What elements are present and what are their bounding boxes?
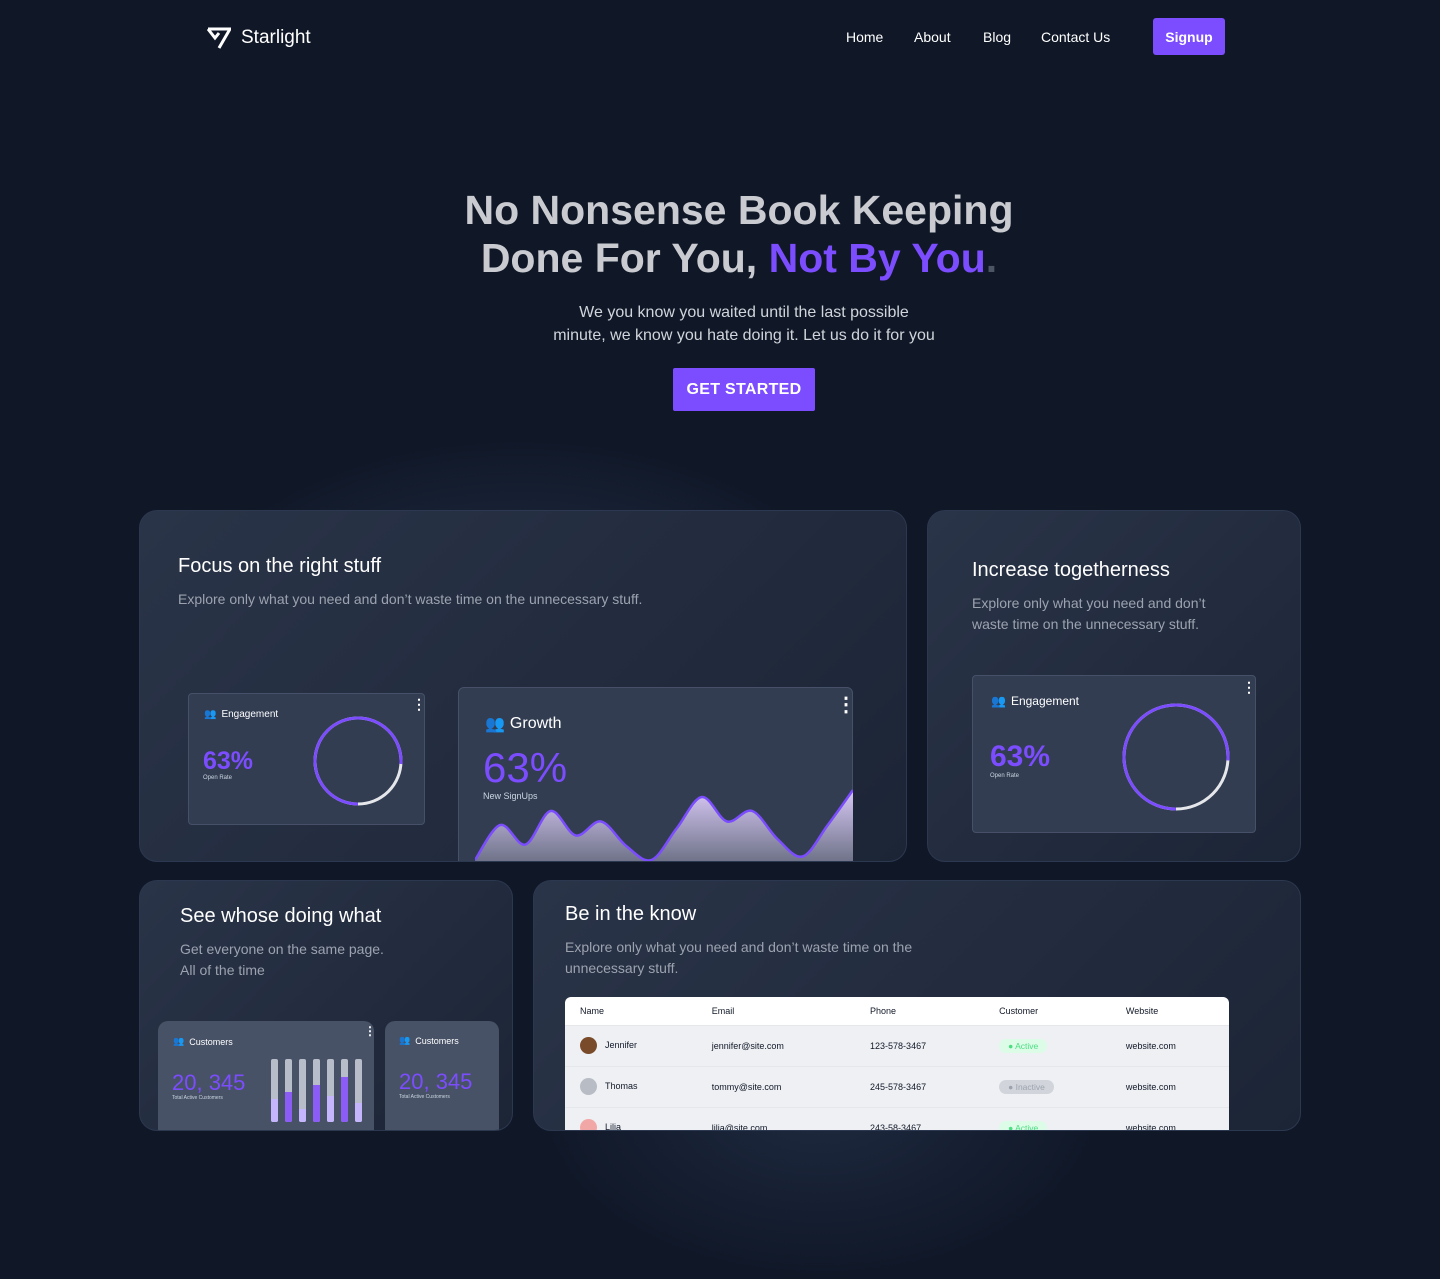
avatar	[580, 1119, 597, 1130]
hero-subtitle: We you know you waited until the last po…	[553, 304, 935, 344]
card-title: See whose doing what	[180, 905, 382, 927]
website-cell: website.com	[1110, 1024, 1229, 1066]
more-icon[interactable]: ⋮	[836, 695, 856, 715]
users-icon: 👥	[991, 694, 1006, 708]
bar-fill	[271, 1098, 278, 1122]
bar	[271, 1059, 278, 1122]
status-badge: ● Active	[999, 1120, 1048, 1130]
customers-widget-2: 👥 Customers 20, 345 Total Active Customer…	[385, 1021, 499, 1130]
bar-fill	[285, 1091, 292, 1122]
get-started-button[interactable]: GET STARTED	[673, 368, 815, 411]
card-desc: Explore only what you need and don’t was…	[178, 591, 643, 607]
bar	[355, 1059, 362, 1122]
card-desc: Get everyone on the same page. All of the…	[180, 941, 384, 978]
card-desc: Explore only what you need and don’t was…	[972, 595, 1206, 632]
name-cell: Jennifer	[605, 1039, 638, 1050]
phone-cell: 243-58-3467	[855, 1106, 985, 1130]
bar-fill	[341, 1077, 348, 1122]
table-row[interactable]: Jennifer jennifer@site.com 123-578-3467 ●…	[565, 1024, 1229, 1066]
feature-card-focus: Focus on the right stuff Explore only wh…	[139, 510, 907, 862]
brand-name: Starlight	[241, 27, 311, 48]
more-icon[interactable]: ⋮	[364, 1025, 376, 1037]
nav-about[interactable]: About	[914, 29, 951, 45]
users-icon: 👥	[485, 716, 505, 733]
users-icon: 👥	[204, 709, 217, 720]
users-icon: 👥	[173, 1036, 185, 1046]
bar-fill	[327, 1095, 334, 1122]
email-cell: jennifer@site.com	[696, 1024, 856, 1066]
engagement-ring	[313, 716, 403, 806]
phone-cell: 123-578-3467	[855, 1024, 985, 1066]
feature-card-know: Be in the know Explore only what you nee…	[533, 880, 1301, 1131]
phone-cell: 245-578-3467	[855, 1065, 985, 1107]
customers-table: Name Email Phone Customer Website Jennifer je…	[565, 997, 1229, 1131]
hero-title: No Nonsense Book Keeping Done For You, No…	[464, 187, 1014, 281]
engagement-ring	[1122, 703, 1230, 811]
bar	[341, 1059, 348, 1122]
website-cell: website.com	[1110, 1065, 1229, 1107]
card-title: Increase togetherness	[972, 559, 1170, 581]
engagement-widget: 👥 Engagement ⋮ 63% Open Rate	[188, 693, 426, 825]
more-icon[interactable]: ⋮	[1242, 680, 1256, 694]
card-desc: Explore only what you need and don’t was…	[565, 939, 913, 976]
feature-card-whose: See whose doing what Get everyone on the…	[139, 880, 513, 1131]
bar	[299, 1059, 306, 1122]
status-badge: ● Inactive	[999, 1079, 1054, 1094]
signup-button[interactable]: Signup	[1153, 18, 1225, 55]
table-row[interactable]: Thomas tommy@site.com 245-578-3467 ● Inac…	[565, 1065, 1229, 1107]
feature-card-together: Increase togetherness Explore only what …	[927, 510, 1301, 862]
bar	[285, 1059, 292, 1122]
engagement-widget: 👥 Engagement ⋮ 63% Open Rate	[972, 675, 1256, 833]
brand-logo[interactable]: Starlight	[207, 27, 311, 49]
nav-contact[interactable]: Contact Us	[1041, 29, 1110, 45]
column-header[interactable]: Email	[696, 997, 856, 1025]
nav-home[interactable]: Home	[846, 29, 883, 45]
website-cell: website.com	[1110, 1106, 1229, 1130]
email-cell: lilia@site.com	[696, 1106, 856, 1130]
bar	[313, 1059, 320, 1122]
email-cell: tommy@site.com	[696, 1065, 856, 1107]
growth-area	[475, 790, 853, 861]
column-header[interactable]: Name	[565, 997, 697, 1025]
growth-area-chart	[475, 789, 853, 861]
customers-bar-chart	[271, 1059, 362, 1122]
column-header[interactable]: Customer	[984, 997, 1111, 1025]
column-header[interactable]: Phone	[855, 997, 985, 1025]
triangle-logo-icon	[207, 27, 231, 49]
avatar	[580, 1078, 597, 1095]
bar-fill	[299, 1109, 306, 1122]
table-row[interactable]: Lilia lilia@site.com 243-58-3467 ● Active…	[565, 1106, 1229, 1131]
bar	[327, 1059, 334, 1122]
card-title: Be in the know	[565, 903, 697, 925]
avatar	[580, 1037, 597, 1054]
more-icon[interactable]: ⋮	[412, 697, 426, 711]
name-cell: Thomas	[605, 1080, 638, 1091]
customers-widget: 👥 Customers ⋮ 20, 345 Total Active Custom…	[158, 1021, 376, 1130]
users-icon: 👥	[399, 1035, 411, 1045]
status-badge: ● Active	[999, 1038, 1048, 1053]
nav-blog[interactable]: Blog	[983, 29, 1011, 45]
bar-fill	[313, 1084, 320, 1122]
growth-widget: 👥 Growth ⋮ 63% New SignUps	[458, 687, 856, 861]
name-cell: Lilia	[605, 1122, 622, 1131]
card-title: Focus on the right stuff	[178, 555, 382, 577]
column-header[interactable]: Website	[1110, 997, 1229, 1025]
bar-fill	[355, 1103, 362, 1122]
